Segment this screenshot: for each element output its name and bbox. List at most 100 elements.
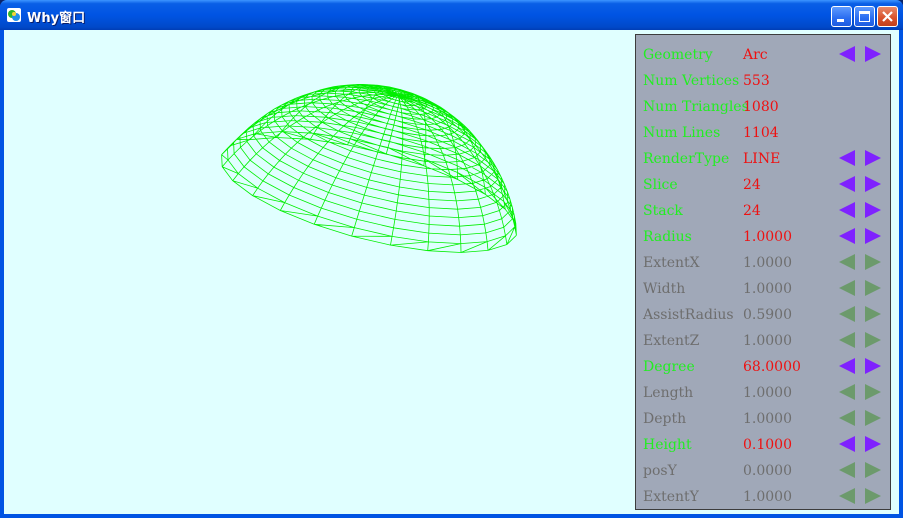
decrease-arrow-icon[interactable] [839,436,855,452]
property-label: Geometry [643,47,713,63]
increase-arrow-icon[interactable] [865,150,881,166]
arrow-buttons [839,202,881,218]
arrow-buttons [839,488,881,504]
property-value: 553 [743,73,770,89]
property-value: 68.0000 [743,359,801,375]
decrease-arrow-icon [839,384,855,400]
decrease-arrow-icon[interactable] [839,150,855,166]
property-label: Depth [643,411,687,427]
wireframe-dome-mesh [221,83,517,253]
title-bar[interactable]: Why窗口 [0,0,903,30]
property-value: 24 [743,203,761,219]
property-row-width: Width 1.0000 [636,275,890,299]
property-row-num-vertices: Num Vertices 553 [636,67,890,91]
property-label: Num Vertices [643,73,740,89]
property-row-num-lines: Num Lines 1104 [636,119,890,143]
property-label: Num Triangles [643,99,749,115]
property-label: ExtentZ [643,333,700,349]
property-row-length: Length 1.0000 [636,379,890,403]
increase-arrow-icon[interactable] [865,436,881,452]
maximize-icon [859,11,870,22]
property-label: Radius [643,229,692,245]
property-value: 0.0000 [743,463,792,479]
property-label: Num Lines [643,125,721,141]
arrow-buttons [839,46,881,62]
property-value: 1.0000 [743,489,792,505]
property-label: posY [643,463,677,479]
property-value: 1.0000 [743,385,792,401]
property-value: 1.0000 [743,229,792,245]
property-row-depth: Depth 1.0000 [636,405,890,429]
property-value: 1104 [743,125,779,141]
property-value: 24 [743,177,761,193]
property-value: 1.0000 [743,411,792,427]
close-button[interactable] [877,6,898,27]
property-value: 1080 [743,99,779,115]
arrow-buttons [839,176,881,192]
property-label: ExtentX [643,255,700,271]
arrow-buttons [839,306,881,322]
close-icon [882,11,893,22]
increase-arrow-icon [865,410,881,426]
property-label: ExtentY [643,489,699,505]
arrow-buttons [839,384,881,400]
arrow-buttons [839,332,881,348]
property-row-extenty: ExtentY 1.0000 [636,483,890,507]
property-value: 1.0000 [743,333,792,349]
property-row-extentx: ExtentX 1.0000 [636,249,890,273]
property-row-extentz: ExtentZ 1.0000 [636,327,890,351]
decrease-arrow-icon [839,306,855,322]
increase-arrow-icon[interactable] [865,46,881,62]
property-row-slice: Slice 24 [636,171,890,195]
maximize-button[interactable] [854,6,875,27]
property-label: Height [643,437,692,453]
arrow-buttons [839,358,881,374]
arrow-buttons [839,254,881,270]
viewport[interactable]: Geometry Arc Num Vertices 553 Num Triangles 1… [4,30,899,514]
arrow-buttons [839,150,881,166]
property-value: 0.1000 [743,437,792,453]
increase-arrow-icon [865,462,881,478]
increase-arrow-icon [865,488,881,504]
property-row-assistradius: AssistRadius 0.5900 [636,301,890,325]
property-row-posy: posY 0.0000 [636,457,890,481]
decrease-arrow-icon [839,462,855,478]
increase-arrow-icon [865,254,881,270]
arrow-buttons [839,436,881,452]
decrease-arrow-icon[interactable] [839,228,855,244]
increase-arrow-icon[interactable] [865,228,881,244]
minimize-button[interactable] [831,6,852,27]
decrease-arrow-icon [839,410,855,426]
property-value: LINE [743,151,781,167]
property-row-height: Height 0.1000 [636,431,890,455]
decrease-arrow-icon[interactable] [839,176,855,192]
increase-arrow-icon[interactable] [865,358,881,374]
property-row-radius: Radius 1.0000 [636,223,890,247]
property-label: Length [643,385,694,401]
increase-arrow-icon[interactable] [865,202,881,218]
app-window: Why窗口 Geometry Arc Num Vertices 553 Num Tria… [0,0,903,518]
window-title: Why窗口 [27,11,86,26]
property-label: Width [643,281,686,297]
mesh-lines [221,83,517,253]
decrease-arrow-icon [839,254,855,270]
arrow-buttons [839,280,881,296]
decrease-arrow-icon[interactable] [839,46,855,62]
property-panel: Geometry Arc Num Vertices 553 Num Triangles 1… [635,34,891,510]
decrease-arrow-icon[interactable] [839,202,855,218]
arrow-buttons [839,410,881,426]
property-value: Arc [743,47,768,63]
property-row-stack: Stack 24 [636,197,890,221]
property-label: Degree [643,359,695,375]
increase-arrow-icon [865,384,881,400]
minimize-icon [837,19,844,22]
increase-arrow-icon [865,306,881,322]
property-value: 1.0000 [743,281,792,297]
property-label: RenderType [643,151,730,167]
decrease-arrow-icon[interactable] [839,358,855,374]
increase-arrow-icon[interactable] [865,176,881,192]
property-row-num-triangles: Num Triangles 1080 [636,93,890,117]
arrow-buttons [839,462,881,478]
decrease-arrow-icon [839,332,855,348]
property-row-geometry: Geometry Arc [636,41,890,65]
